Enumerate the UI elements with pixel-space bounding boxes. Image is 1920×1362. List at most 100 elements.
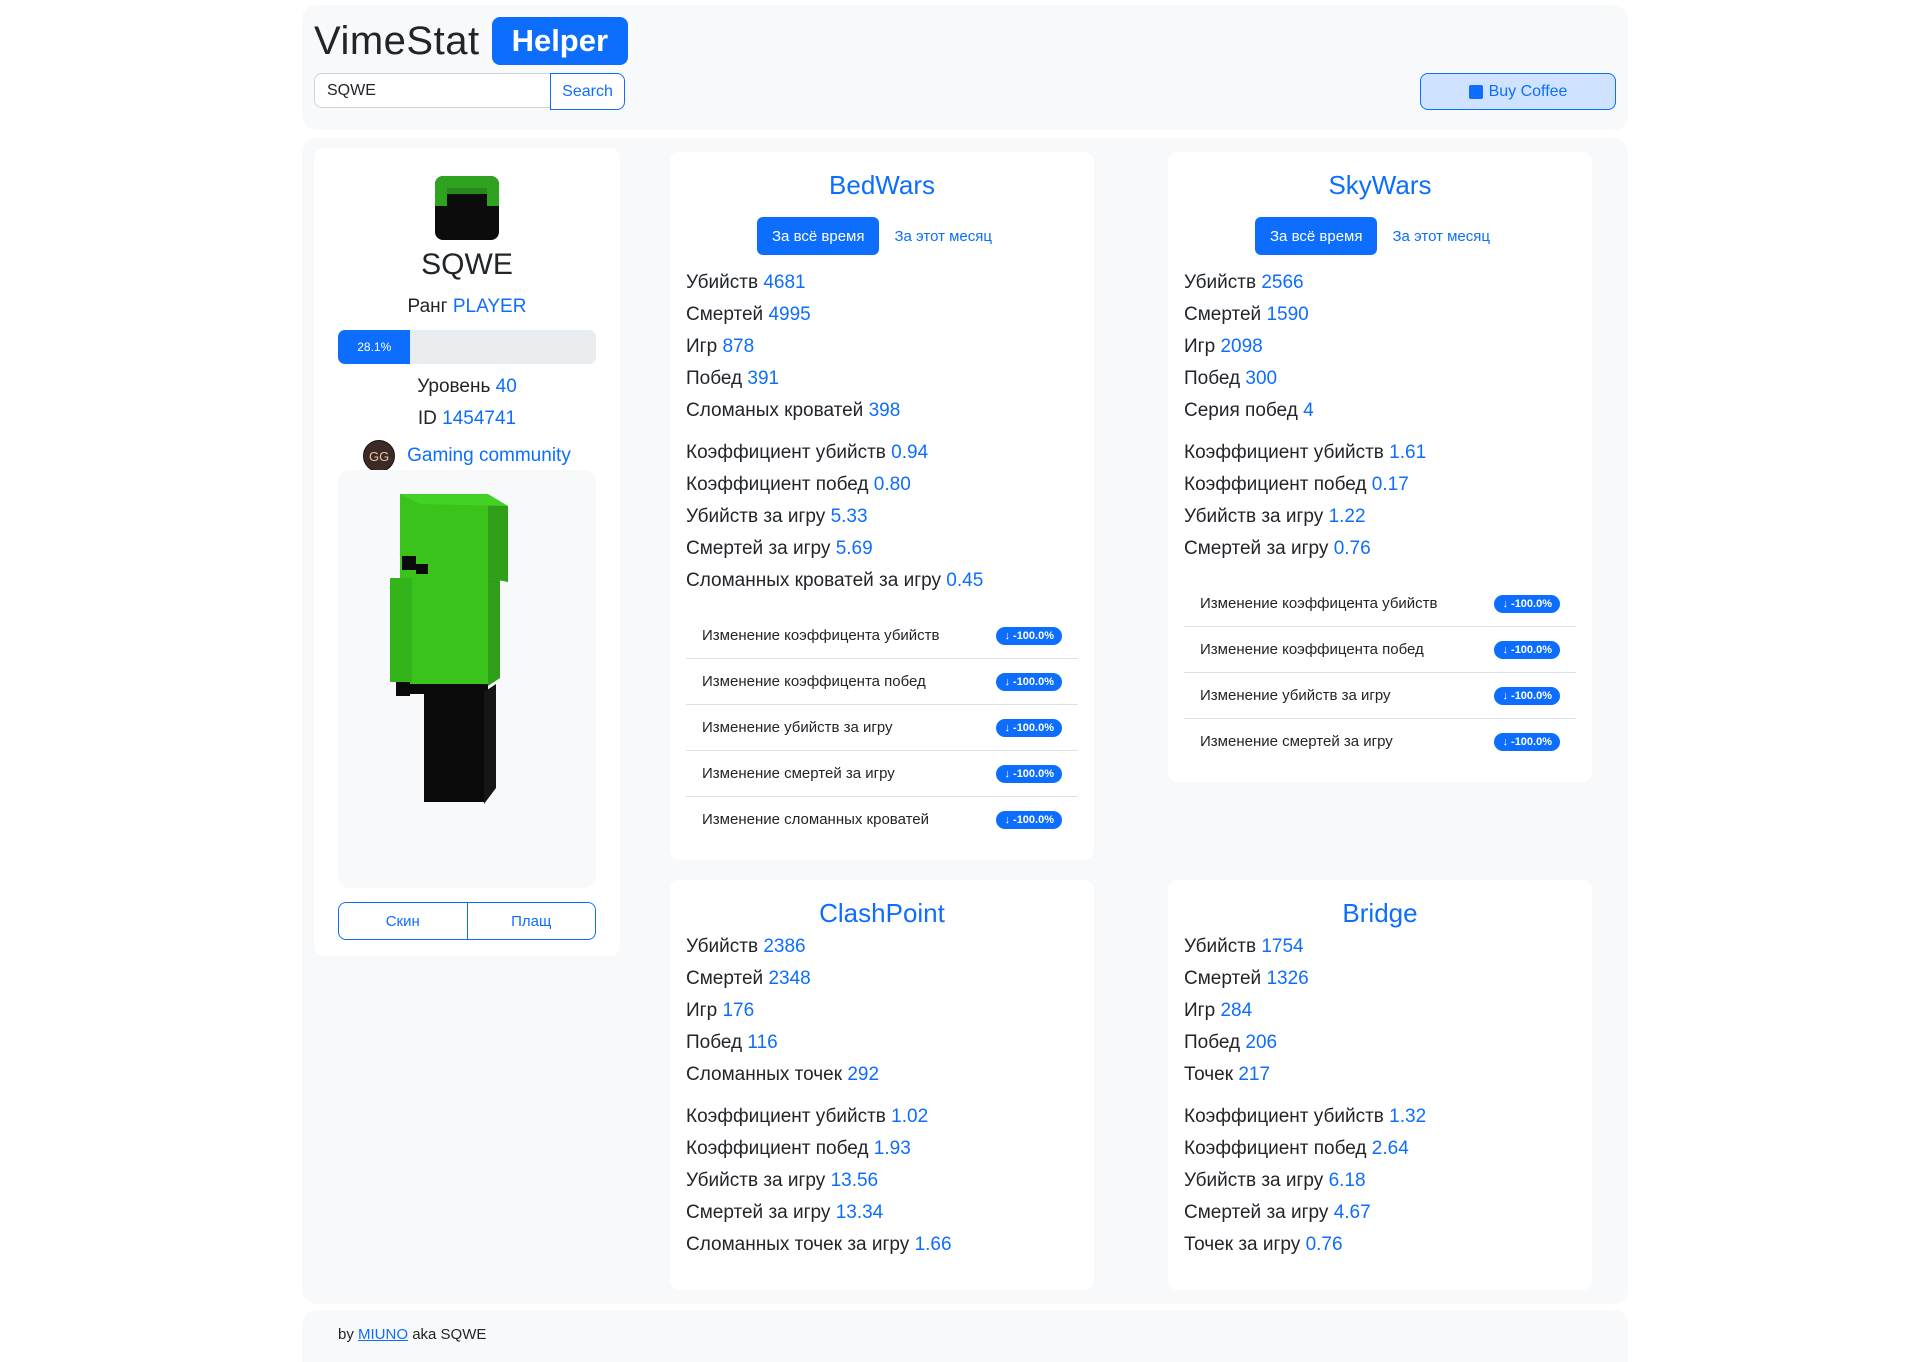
stat-row: Смертей 2348 xyxy=(686,963,1078,995)
footer-by: by xyxy=(338,1326,354,1343)
stat-label: Коэффициент убийств xyxy=(686,1106,886,1127)
stat-row: Точек за игру 0.76 xyxy=(1184,1229,1576,1261)
level-label: Уровень xyxy=(417,376,491,397)
author-link[interactable]: MIUNO xyxy=(358,1326,408,1343)
tab-all-time[interactable]: За всё время xyxy=(757,217,880,255)
clashpoint-ratios: Коэффициент убийств 1.02 Коэффициент побе… xyxy=(670,1101,1094,1261)
stat-value: 2386 xyxy=(763,936,806,957)
stat-label: Смертей xyxy=(1184,968,1262,989)
stat-value: 0.76 xyxy=(1305,1234,1343,1255)
buy-coffee-button[interactable]: Buy Coffee xyxy=(1420,73,1616,110)
stat-label: Убийств xyxy=(686,272,759,293)
stat-label: Коэффициент убийств xyxy=(1184,442,1384,463)
stat-row: Смертей 1326 xyxy=(1184,963,1576,995)
stat-label: Смертей за игру xyxy=(686,1202,831,1223)
stat-label: Смертей xyxy=(686,968,764,989)
stat-label: Сломанных точек xyxy=(686,1064,843,1085)
stat-value: 0.45 xyxy=(946,570,984,591)
cape-button[interactable]: Плащ xyxy=(466,903,596,939)
change-badge: ↓ -100.0% xyxy=(996,626,1062,645)
stat-label: Игр xyxy=(1184,1000,1216,1021)
header-panel: VimeStat Helper SQWE Search Buy Coffee xyxy=(302,5,1628,130)
stat-label: Игр xyxy=(1184,336,1216,357)
bridge-card: Bridge Убийств 1754 Смертей 1326 Игр 284 По… xyxy=(1168,880,1592,1290)
search-input[interactable]: SQWE xyxy=(314,73,550,108)
change-badge: ↓ -100.0% xyxy=(1494,732,1560,751)
change-label: Изменение убийств за игру xyxy=(702,719,893,736)
tab-this-month[interactable]: За этот месяц xyxy=(1377,217,1505,255)
stat-row: Сломаных кроватей 398 xyxy=(686,395,1078,427)
stat-label: Побед xyxy=(686,368,743,389)
id-label: ID xyxy=(417,408,437,429)
stat-row: Убийств 2566 xyxy=(1184,267,1576,299)
stat-value: 4 xyxy=(1303,400,1314,421)
change-label: Изменение смертей за игру xyxy=(1200,733,1393,750)
guild-link[interactable]: Gaming community xyxy=(407,445,571,467)
stat-value: 5.33 xyxy=(830,506,868,527)
stat-label: Убийств за игру xyxy=(1184,506,1324,527)
skin-viewer[interactable] xyxy=(338,470,596,888)
skin-button[interactable]: Скин xyxy=(339,903,467,939)
player-name: SQWE xyxy=(421,248,513,281)
skywars-ratios: Коэффициент убийств 1.61 Коэффициент побе… xyxy=(1168,437,1592,565)
change-label: Изменение коэффицента убийств xyxy=(702,627,940,644)
stat-label: Смертей за игру xyxy=(686,538,831,559)
clashpoint-card: ClashPoint Убийств 2386 Смертей 2348 Игр 1… xyxy=(670,880,1094,1290)
stat-label: Побед xyxy=(1184,1032,1241,1053)
stat-row: Смертей за игру 0.76 xyxy=(1184,533,1576,565)
stat-row: Сломанных кроватей за игру 0.45 xyxy=(686,565,1078,597)
stat-row: Коэффициент побед 0.80 xyxy=(686,469,1078,501)
stat-row: Смертей 1590 xyxy=(1184,299,1576,331)
stat-label: Убийств за игру xyxy=(1184,1170,1324,1191)
skin-render xyxy=(390,494,508,804)
stat-row: Игр 878 xyxy=(686,331,1078,363)
stat-row: Побед 206 xyxy=(1184,1027,1576,1059)
search-button[interactable]: Search xyxy=(550,73,625,110)
stat-row: Убийств 2386 xyxy=(686,931,1078,963)
stat-value: 1754 xyxy=(1261,936,1304,957)
rank-label: Ранг xyxy=(407,296,448,317)
stat-value: 1590 xyxy=(1266,304,1309,325)
stat-label: Игр xyxy=(686,336,718,357)
stat-label: Убийств xyxy=(686,936,759,957)
player-id: ID 1454741 xyxy=(314,408,620,430)
stat-value: 1.22 xyxy=(1328,506,1366,527)
stat-label: Смертей за игру xyxy=(1184,538,1329,559)
stat-value: 0.17 xyxy=(1371,474,1409,495)
buy-coffee-label: Buy Coffee xyxy=(1488,82,1568,100)
stat-label: Побед xyxy=(686,1032,743,1053)
stat-label: Игр xyxy=(686,1000,718,1021)
change-badge: ↓ -100.0% xyxy=(1494,640,1560,659)
skywars-stats: Убийств 2566 Смертей 1590 Игр 2098 Побед 30… xyxy=(1168,267,1592,427)
stat-value: 398 xyxy=(868,400,901,421)
stat-row: Серия побед 4 xyxy=(1184,395,1576,427)
change-badge: ↓ -100.0% xyxy=(996,764,1062,783)
stat-row: Убийств за игру 13.56 xyxy=(686,1165,1078,1197)
player-level: Уровень 40 xyxy=(314,376,620,398)
brand[interactable]: VimeStat Helper xyxy=(314,17,629,65)
stat-row: Смертей за игру 5.69 xyxy=(686,533,1078,565)
tab-this-month[interactable]: За этот месяц xyxy=(879,217,1007,255)
stat-row: Сломанных точек 292 xyxy=(686,1059,1078,1091)
search-group: SQWE Search xyxy=(314,73,625,110)
stat-row: Смертей за игру 13.34 xyxy=(686,1197,1078,1229)
skin-cape-toggle: Скин Плащ xyxy=(338,902,596,940)
change-row: Изменение коэффицента побед ↓ -100.0% xyxy=(686,659,1078,705)
change-label: Изменение убийств за игру xyxy=(1200,687,1391,704)
skywars-tabs: За всё время За этот месяц xyxy=(1168,217,1592,255)
change-row: Изменение сломанных кроватей ↓ -100.0% xyxy=(686,797,1078,842)
change-label: Изменение коэффицента убийств xyxy=(1200,595,1438,612)
bedwars-card: BedWars За всё время За этот месяц Убийс… xyxy=(670,152,1094,860)
stat-label: Коэффициент побед xyxy=(686,474,869,495)
stat-row: Убийств за игру 1.22 xyxy=(1184,501,1576,533)
footer: by MIUNO aka SQWE xyxy=(302,1310,1628,1362)
stat-value: 1.66 xyxy=(914,1234,952,1255)
stat-value: 1.93 xyxy=(873,1138,911,1159)
player-rank: Ранг PLAYER xyxy=(314,296,620,318)
stat-label: Сломанных точек за игру xyxy=(686,1234,910,1255)
stat-label: Точек xyxy=(1184,1064,1234,1085)
stat-value: 4681 xyxy=(763,272,806,293)
stat-label: Сломанных кроватей за игру xyxy=(686,570,942,591)
tab-all-time[interactable]: За всё время xyxy=(1255,217,1378,255)
stat-label: Убийств xyxy=(1184,272,1257,293)
